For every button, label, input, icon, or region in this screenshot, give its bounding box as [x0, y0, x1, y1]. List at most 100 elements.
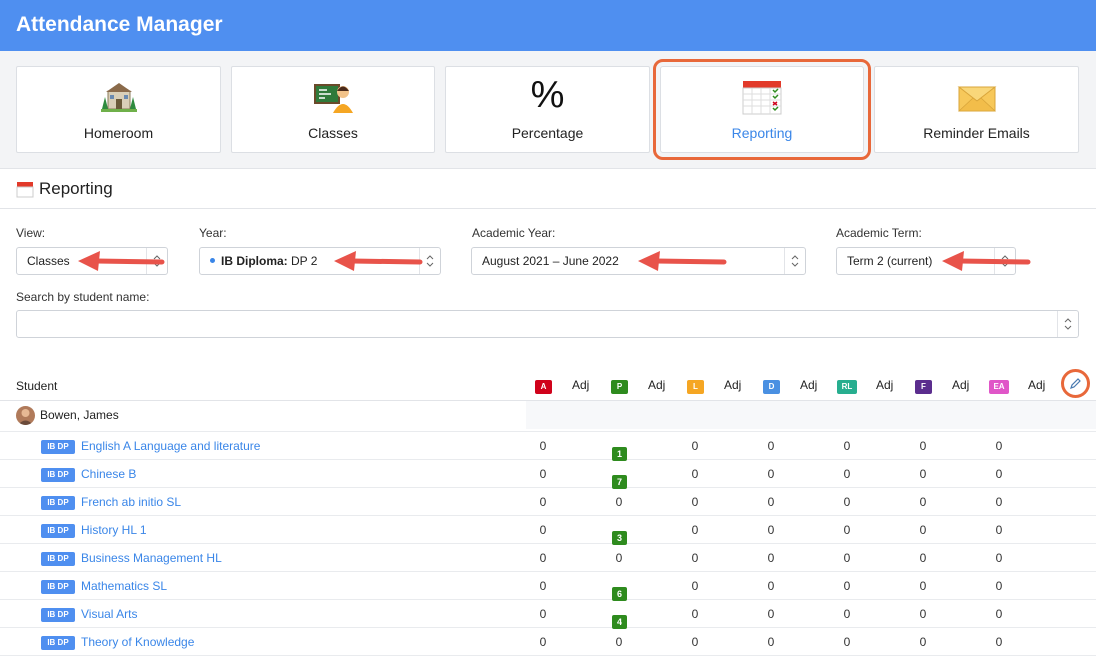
- academic-term-value: Term 2 (current): [847, 254, 933, 268]
- adj-header: Adj: [572, 378, 590, 392]
- view-label: View:: [16, 226, 46, 240]
- table-row: IB DP Business Management HL 0 0 0 0 0 0 0: [0, 544, 1096, 572]
- count-cell: 0: [843, 551, 851, 565]
- count-cell: 0: [995, 439, 1003, 453]
- count-cell: 0: [615, 635, 623, 649]
- count-cell: 0: [539, 439, 547, 453]
- calendar-icon: [16, 182, 34, 198]
- count-cell: 0: [919, 579, 927, 593]
- academic-year-value: August 2021 – June 2022: [482, 254, 619, 268]
- student-column-header: Student: [16, 379, 58, 393]
- adj-header: Adj: [1028, 378, 1046, 392]
- student-search-input[interactable]: [16, 310, 1079, 338]
- count-cell: 0: [691, 579, 699, 593]
- table-header: Student A Adj P Adj L Adj D Adj RL Adj F…: [0, 372, 1096, 401]
- select-spinner: [146, 248, 167, 274]
- course-link[interactable]: Theory of Knowledge: [81, 635, 194, 649]
- status-dot: [210, 258, 215, 264]
- course-link[interactable]: Chinese B: [81, 467, 136, 481]
- count-cell: 0: [539, 607, 547, 621]
- academic-year-label: Academic Year:: [472, 226, 556, 240]
- count-cell: 0: [539, 467, 547, 481]
- count-cell: 0: [539, 635, 547, 649]
- select-spinner: [784, 248, 805, 274]
- year-value-program: IB Diploma:: [221, 254, 288, 268]
- module-tiles: Homeroom Classes % Percentage Reporting: [0, 51, 1096, 169]
- tile-label: Homeroom: [83, 125, 154, 141]
- program-tag: IB DP: [41, 440, 75, 454]
- count-cell: 0: [539, 579, 547, 593]
- count-cell: 0: [919, 523, 927, 537]
- tile-label: Classes: [308, 125, 358, 141]
- academic-term-label: Academic Term:: [836, 226, 922, 240]
- chevron-updown-icon: [791, 255, 799, 267]
- edit-button[interactable]: [1061, 369, 1090, 398]
- program-tag: IB DP: [41, 636, 75, 650]
- present-count-badge: 6: [612, 587, 627, 601]
- present-count-badge: 1: [612, 447, 627, 461]
- tile-homeroom[interactable]: Homeroom: [16, 66, 221, 153]
- year-select[interactable]: IB Diploma: DP 2: [199, 247, 441, 275]
- table-row: IB DP English A Language and literature 0 1…: [0, 432, 1096, 461]
- count-cell: 0: [691, 467, 699, 481]
- count-cell: 0: [691, 635, 699, 649]
- count-cell: 0: [539, 495, 547, 509]
- count-cell: 0: [767, 607, 775, 621]
- course-link[interactable]: French ab initio SL: [81, 495, 181, 509]
- course-link[interactable]: English A Language and literature: [81, 439, 260, 453]
- course-link[interactable]: Mathematics SL: [81, 579, 167, 593]
- code-badge-f: F: [915, 380, 932, 394]
- academic-year-select[interactable]: August 2021 – June 2022: [471, 247, 806, 275]
- table-row: IB DP History HL 1 0 3 0 0 0 0 0: [0, 516, 1096, 545]
- count-cell: 0: [919, 439, 927, 453]
- app-title: Attendance Manager: [16, 13, 223, 36]
- tile-label: Reporting: [731, 125, 793, 141]
- select-spinner: [1057, 311, 1078, 337]
- count-cell: 0: [767, 551, 775, 565]
- adj-header: Adj: [952, 378, 970, 392]
- program-tag: IB DP: [41, 580, 75, 594]
- tile-label: Percentage: [511, 125, 584, 141]
- program-tag: IB DP: [41, 552, 75, 566]
- tile-reporting[interactable]: Reporting: [653, 59, 871, 160]
- academic-term-select[interactable]: Term 2 (current): [836, 247, 1016, 275]
- count-cell: 0: [995, 523, 1003, 537]
- present-count-badge: 7: [612, 475, 627, 489]
- course-link[interactable]: Visual Arts: [81, 607, 137, 621]
- count-cell: 0: [995, 579, 1003, 593]
- chevron-updown-icon: [426, 255, 434, 267]
- count-cell: 0: [995, 635, 1003, 649]
- report-grid-icon: [742, 81, 782, 115]
- student-name: Bowen, James: [40, 408, 119, 422]
- tile-classes[interactable]: Classes: [231, 66, 435, 153]
- percent-icon: %: [530, 74, 565, 116]
- program-tag: IB DP: [41, 468, 75, 482]
- count-cell: 0: [691, 607, 699, 621]
- search-label: Search by student name:: [16, 290, 150, 304]
- tile-reminder-emails[interactable]: Reminder Emails: [874, 66, 1079, 153]
- avatar: [16, 406, 35, 425]
- count-cell: 0: [843, 579, 851, 593]
- code-badge-d: D: [763, 380, 780, 394]
- course-link[interactable]: Business Management HL: [81, 551, 222, 565]
- count-cell: 0: [843, 523, 851, 537]
- student-row-fill: [526, 401, 1096, 429]
- pencil-icon: [1070, 378, 1081, 389]
- envelope-icon: [957, 86, 996, 112]
- tile-percentage[interactable]: % Percentage: [445, 66, 650, 153]
- course-link[interactable]: History HL 1: [81, 523, 147, 537]
- count-cell: 0: [919, 635, 927, 649]
- count-cell: 0: [843, 439, 851, 453]
- tile-label: Reminder Emails: [923, 125, 1030, 141]
- count-cell: 0: [767, 495, 775, 509]
- select-spinner: [994, 248, 1015, 274]
- section-header: Reporting: [0, 169, 1096, 209]
- program-tag: IB DP: [41, 608, 75, 622]
- view-select[interactable]: Classes: [16, 247, 168, 275]
- section-title: Reporting: [39, 179, 113, 198]
- year-label: Year:: [199, 226, 227, 240]
- code-badge-present: P: [611, 380, 628, 394]
- chevron-updown-icon: [1001, 255, 1009, 267]
- program-tag: IB DP: [41, 524, 75, 538]
- count-cell: 0: [691, 551, 699, 565]
